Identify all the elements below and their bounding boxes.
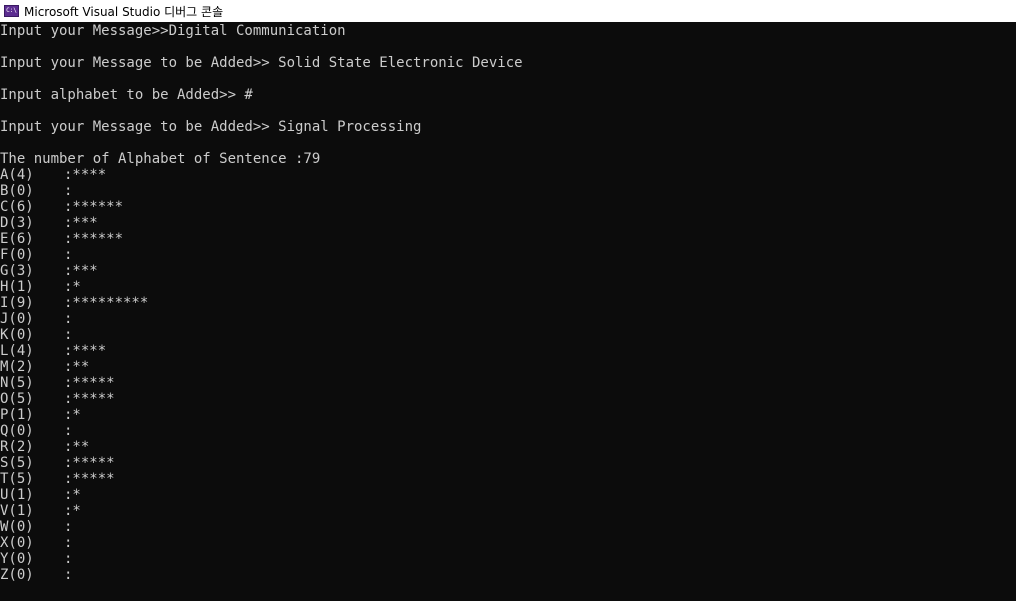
histogram-row: I(9) :*********	[0, 295, 1016, 311]
histogram-label: F(0)	[0, 247, 34, 263]
histogram-row: X(0):	[0, 535, 1016, 551]
histogram-bar: :**	[64, 439, 90, 455]
histogram-row: V(1) :*	[0, 503, 1016, 519]
histogram-label: I(9)	[0, 295, 34, 311]
histogram-row: U(1) :*	[0, 487, 1016, 503]
histogram-bar: :*	[64, 279, 81, 295]
console-line: Input your Message to be Added>> Signal …	[0, 119, 422, 135]
histogram-row: M(2) :**	[0, 359, 1016, 375]
histogram-label: W(0)	[0, 519, 34, 535]
histogram-label: T(5)	[0, 471, 34, 487]
histogram-bar: :	[64, 247, 73, 263]
histogram-bar: :******	[64, 199, 124, 215]
histogram-label: Z(0)	[0, 567, 34, 583]
histogram-row: J(0):	[0, 311, 1016, 327]
histogram-bar: :	[64, 519, 73, 535]
histogram-bar: :	[64, 423, 73, 439]
histogram-label: L(4)	[0, 343, 34, 359]
histogram-row: B(0):	[0, 183, 1016, 199]
histogram-bar: :*****	[64, 391, 115, 407]
histogram-label: P(1)	[0, 407, 34, 423]
histogram-row: Q(0):	[0, 423, 1016, 439]
histogram-bar: :	[64, 311, 73, 327]
histogram-bar: :**	[64, 359, 90, 375]
histogram-row: R(2) :**	[0, 439, 1016, 455]
histogram-label: G(3)	[0, 263, 34, 279]
alphabet-histogram: A(4) :**** B(0): C(6) :****** D(3) :*** E(6…	[0, 167, 1016, 583]
histogram-label: K(0)	[0, 327, 34, 343]
histogram-row: H(1) :*	[0, 279, 1016, 295]
taskbar-edge	[0, 593, 1016, 601]
histogram-bar: :******	[64, 231, 124, 247]
histogram-row: T(5) :*****	[0, 471, 1016, 487]
histogram-bar: :*****	[64, 471, 115, 487]
console-line: Input your Message>>Digital Communicatio…	[0, 23, 346, 39]
histogram-row: D(3) :***	[0, 215, 1016, 231]
histogram-label: U(1)	[0, 487, 34, 503]
histogram-bar: :	[64, 551, 73, 567]
histogram-label: H(1)	[0, 279, 34, 295]
histogram-label: D(3)	[0, 215, 34, 231]
histogram-bar: :	[64, 183, 73, 199]
histogram-label: Y(0)	[0, 551, 34, 567]
console-app-icon: C:\	[4, 5, 19, 17]
histogram-bar: :*****	[64, 375, 115, 391]
histogram-row: G(3) :***	[0, 263, 1016, 279]
console-app-icon-text: C:\	[6, 7, 17, 14]
histogram-row: Z(0):	[0, 567, 1016, 583]
window-title: Microsoft Visual Studio 디버그 콘솔	[24, 4, 224, 19]
title-bar[interactable]: C:\ Microsoft Visual Studio 디버그 콘솔	[0, 0, 1016, 22]
histogram-label: A(4)	[0, 167, 34, 183]
histogram-bar: :*	[64, 503, 81, 519]
console-line: The number of Alphabet of Sentence :79	[0, 151, 321, 167]
histogram-row: Y(0):	[0, 551, 1016, 567]
histogram-label: X(0)	[0, 535, 34, 551]
histogram-bar: :	[64, 567, 73, 583]
histogram-label: N(5)	[0, 375, 34, 391]
console-line: Input alphabet to be Added>> #	[0, 87, 253, 103]
histogram-row: K(0):	[0, 327, 1016, 343]
histogram-bar: :*********	[64, 295, 149, 311]
histogram-bar: :	[64, 327, 73, 343]
histogram-bar: :****	[64, 167, 107, 183]
histogram-row: P(1) :*	[0, 407, 1016, 423]
histogram-row: W(0):	[0, 519, 1016, 535]
histogram-row: S(5) :*****	[0, 455, 1016, 471]
histogram-row: F(0):	[0, 247, 1016, 263]
histogram-row: A(4) :****	[0, 167, 1016, 183]
console-window: C:\ Microsoft Visual Studio 디버그 콘솔 Input…	[0, 0, 1016, 601]
console-output[interactable]: Input your Message>>Digital Communicatio…	[0, 23, 1016, 593]
histogram-label: Q(0)	[0, 423, 34, 439]
histogram-row: L(4) :****	[0, 343, 1016, 359]
histogram-label: J(0)	[0, 311, 34, 327]
histogram-bar: :*	[64, 407, 81, 423]
histogram-label: B(0)	[0, 183, 34, 199]
histogram-bar: :***	[64, 263, 98, 279]
histogram-label: V(1)	[0, 503, 34, 519]
histogram-bar: :*	[64, 487, 81, 503]
histogram-row: N(5) :*****	[0, 375, 1016, 391]
histogram-label: S(5)	[0, 455, 34, 471]
histogram-label: C(6)	[0, 199, 34, 215]
histogram-bar: :****	[64, 343, 107, 359]
histogram-bar: :***	[64, 215, 98, 231]
histogram-label: O(5)	[0, 391, 34, 407]
histogram-row: E(6) :******	[0, 231, 1016, 247]
histogram-label: R(2)	[0, 439, 34, 455]
histogram-label: E(6)	[0, 231, 34, 247]
console-line: Input your Message to be Added>> Solid S…	[0, 55, 523, 71]
histogram-row: O(5) :*****	[0, 391, 1016, 407]
histogram-bar: :	[64, 535, 73, 551]
histogram-bar: :*****	[64, 455, 115, 471]
histogram-row: C(6) :******	[0, 199, 1016, 215]
histogram-label: M(2)	[0, 359, 34, 375]
